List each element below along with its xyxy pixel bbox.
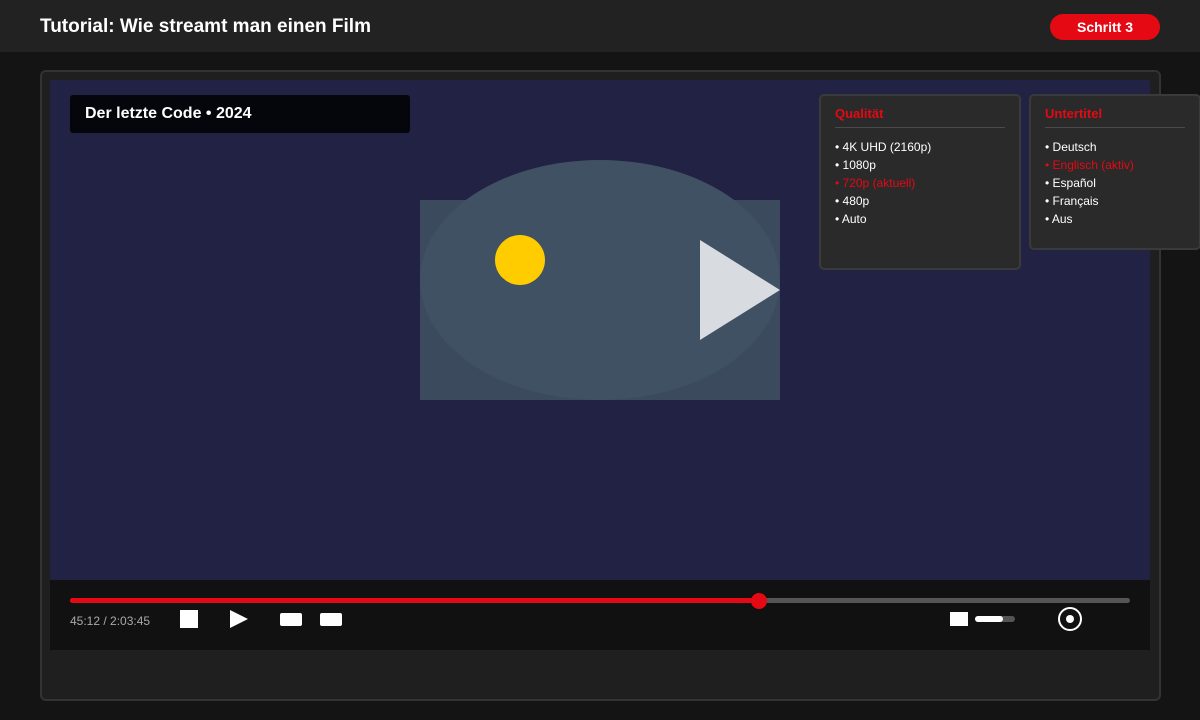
stop-icon[interactable] (180, 610, 198, 628)
subtitle-option-espanol[interactable]: • Español (1045, 174, 1185, 192)
progress-bar[interactable] (70, 593, 1130, 609)
page-title: Tutorial: Wie streamt man einen Film (40, 16, 371, 37)
settings-icon[interactable] (1058, 607, 1082, 631)
subtitle-option-englisch[interactable]: • Englisch (aktiv) (1045, 156, 1185, 174)
sun-icon (495, 235, 545, 285)
quality-menu: Qualität • 4K UHD (2160p) • 1080p • 720p… (819, 94, 1021, 270)
quality-option-1080p[interactable]: • 1080p (835, 156, 1005, 174)
progress-knob[interactable] (751, 593, 767, 609)
subtitle-menu: Untertitel • Deutsch • Englisch (aktiv) … (1029, 94, 1200, 250)
quality-option-720p[interactable]: • 720p (aktuell) (835, 174, 1005, 192)
quality-menu-heading: Qualität (835, 106, 1005, 128)
forward-icon[interactable] (320, 613, 342, 626)
quality-option-auto[interactable]: • Auto (835, 210, 1005, 228)
movie-title: Der letzte Code • 2024 (70, 95, 410, 133)
volume-slider[interactable] (975, 616, 1015, 622)
quality-option-480p[interactable]: • 480p (835, 192, 1005, 210)
rewind-icon[interactable] (280, 613, 302, 626)
time-display: 45:12 / 2:03:45 (70, 614, 151, 628)
subtitle-option-aus[interactable]: • Aus (1045, 210, 1185, 228)
subtitle-option-deutsch[interactable]: • Deutsch (1045, 138, 1185, 156)
subtitle-option-francais[interactable]: • Français (1045, 192, 1185, 210)
top-bar: Tutorial: Wie streamt man einen Film Sch… (0, 0, 1200, 52)
step-badge: Schritt 3 (1050, 14, 1160, 40)
big-play-icon[interactable] (700, 240, 780, 340)
quality-option-4k[interactable]: • 4K UHD (2160p) (835, 138, 1005, 156)
control-bar: 45:12 / 2:03:45 (50, 580, 1150, 650)
play-icon[interactable] (230, 610, 248, 628)
volume-icon[interactable] (950, 612, 968, 626)
subtitle-menu-heading: Untertitel (1045, 106, 1185, 128)
progress-fill (70, 598, 759, 603)
volume-fill (975, 616, 1003, 622)
